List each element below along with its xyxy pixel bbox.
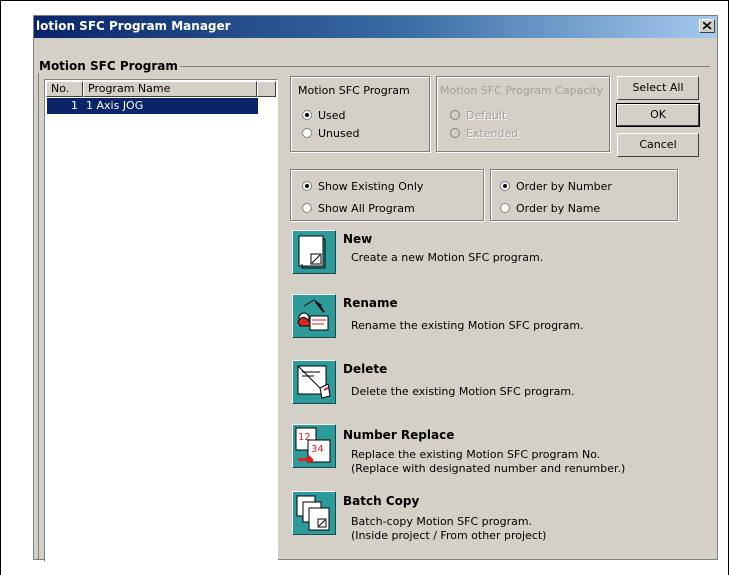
show-all-program-radio[interactable]: Show All Program xyxy=(302,202,415,215)
number-replace-icon-text-34: 34 xyxy=(311,444,324,455)
rename-description: Rename the existing Motion SFC program. xyxy=(351,319,584,332)
list-header: No. Program Name xyxy=(46,81,276,97)
title-bar[interactable]: lotion SFC Program Manager xyxy=(34,16,717,38)
batch-copy-button[interactable] xyxy=(292,491,336,535)
rename-button[interactable] xyxy=(292,294,336,338)
select-all-button[interactable]: Select All xyxy=(617,76,699,100)
new-title: New xyxy=(343,232,373,246)
delete-button[interactable] xyxy=(292,360,336,404)
ok-button[interactable]: OK xyxy=(616,103,700,127)
new-button[interactable] xyxy=(292,230,336,274)
window-title: lotion SFC Program Manager xyxy=(36,19,231,33)
batch-copy-title: Batch Copy xyxy=(343,494,420,508)
radio-selected-icon xyxy=(302,181,312,191)
close-icon xyxy=(703,22,712,30)
capacity-group-legend: Motion SFC Program Capacity xyxy=(438,84,606,97)
delete-title: Delete xyxy=(343,362,388,376)
show-existing-only-radio[interactable]: Show Existing Only xyxy=(302,180,423,193)
number-replace-title: Number Replace xyxy=(343,428,455,442)
number-replace-button[interactable]: 12 34 xyxy=(292,424,336,468)
radio-selected-icon xyxy=(302,110,312,120)
table-row[interactable]: 1 1 Axis JOG xyxy=(47,98,258,114)
program-list[interactable]: No. Program Name 1 1 Axis JOG xyxy=(44,79,278,562)
delete-icon xyxy=(297,365,331,399)
row-no: 1 xyxy=(71,99,78,112)
extended-radio[interactable]: Extended xyxy=(450,127,518,140)
column-header-no[interactable]: No. xyxy=(46,81,83,97)
cancel-button[interactable]: Cancel xyxy=(617,133,699,157)
radio-selected-icon xyxy=(500,181,510,191)
default-radio[interactable]: Default xyxy=(450,109,506,122)
number-replace-description: Replace the existing Motion SFC program … xyxy=(351,448,626,475)
order-by-number-radio[interactable]: Order by Number xyxy=(500,180,612,193)
radio-icon xyxy=(450,110,460,120)
order-by-name-radio[interactable]: Order by Name xyxy=(500,202,600,215)
used-radio[interactable]: Used xyxy=(302,109,346,122)
radio-icon xyxy=(302,203,312,213)
radio-icon xyxy=(302,128,312,138)
radio-icon xyxy=(500,203,510,213)
column-header-filler xyxy=(257,81,276,97)
close-button[interactable] xyxy=(699,19,715,33)
program-group-legend: Motion SFC Program xyxy=(37,59,180,73)
usage-group-legend: Motion SFC Program xyxy=(296,84,412,97)
number-replace-icon: 12 34 xyxy=(295,427,331,464)
new-icon xyxy=(298,235,326,269)
row-program-name: 1 Axis JOG xyxy=(86,99,144,112)
program-manager-dialog: lotion SFC Program Manager Motion SFC Pr… xyxy=(33,15,718,562)
batch-copy-description: Batch-copy Motion SFC program. (Inside p… xyxy=(351,515,547,542)
rename-icon xyxy=(297,299,329,331)
column-header-program-name[interactable]: Program Name xyxy=(83,81,257,97)
batch-copy-icon xyxy=(296,495,330,531)
new-description: Create a new Motion SFC program. xyxy=(351,251,544,264)
unused-radio[interactable]: Unused xyxy=(302,127,359,140)
delete-description: Delete the existing Motion SFC program. xyxy=(351,385,575,398)
rename-title: Rename xyxy=(343,296,398,310)
radio-icon xyxy=(450,128,460,138)
